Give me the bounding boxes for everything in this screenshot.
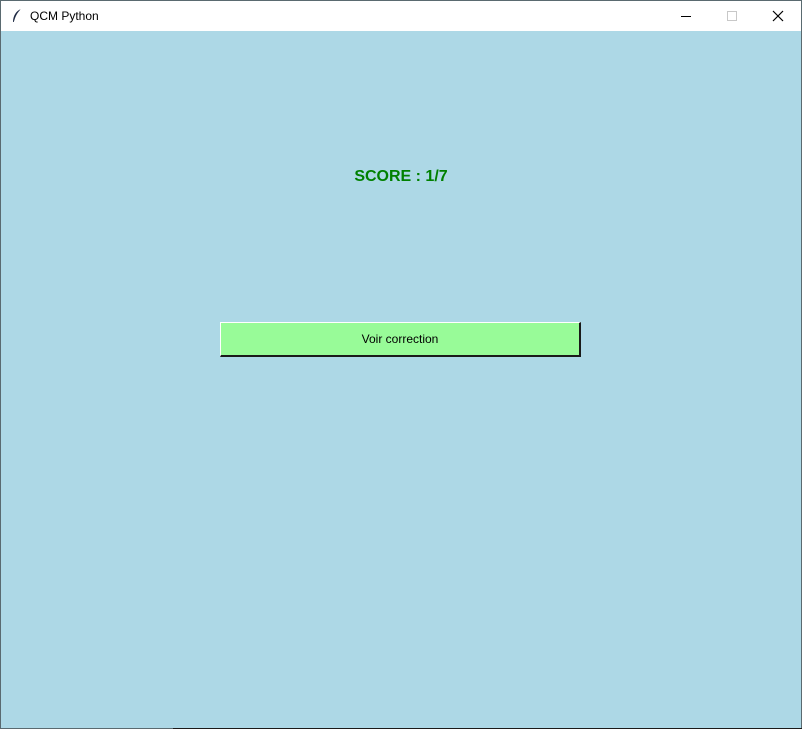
voir-correction-button[interactable]: Voir correction	[220, 322, 581, 357]
close-button[interactable]	[755, 1, 801, 31]
maximize-button[interactable]	[709, 1, 755, 31]
minimize-button[interactable]	[663, 1, 709, 31]
close-icon	[772, 10, 784, 22]
minimize-icon	[681, 16, 691, 17]
score-label: SCORE : 1/7	[354, 168, 448, 185]
maximize-icon	[727, 11, 737, 21]
app-window: QCM Python SCORE : 1/7 Voir correction	[0, 0, 802, 729]
title-bar[interactable]: QCM Python	[1, 1, 801, 31]
feather-icon	[10, 8, 24, 24]
window-title: QCM Python	[30, 9, 99, 23]
